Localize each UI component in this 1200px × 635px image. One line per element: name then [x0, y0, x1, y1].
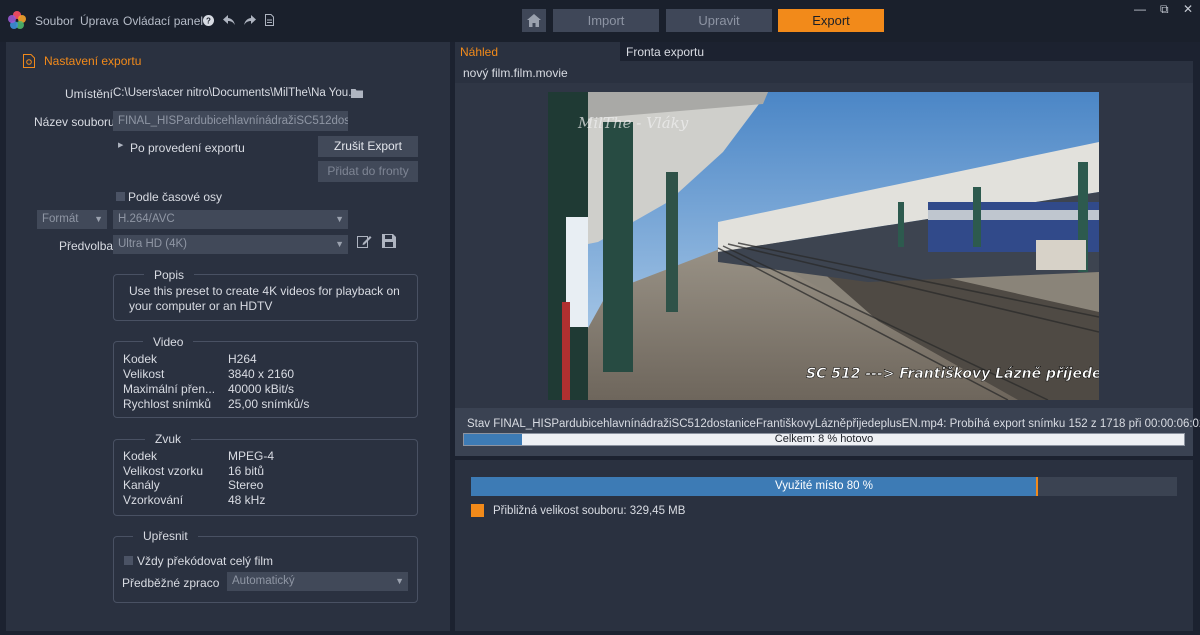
folder-icon[interactable]: [351, 88, 363, 98]
save-preset-icon[interactable]: [382, 234, 396, 248]
file-size-legend-text: Přibližná velikost souboru: 329,45 MB: [493, 505, 686, 517]
video-row-framerate: Rychlost snímků 25,00 snímků/s: [123, 397, 310, 411]
redo-icon[interactable]: [243, 15, 256, 26]
add-to-queue-button[interactable]: Přidat do fronty: [318, 161, 418, 182]
export-settings-panel: Nastavení exportu Umístění C:\Users\acer…: [6, 42, 450, 631]
preview-header: nový film.film.movie: [455, 61, 1193, 83]
cancel-export-button[interactable]: Zrušit Export: [318, 136, 418, 157]
restore-icon[interactable]: ⧉: [1160, 2, 1169, 17]
prerender-dropdown[interactable]: Automatický ▼: [227, 572, 408, 591]
file-size-legend-swatch: [471, 504, 484, 517]
preview-filename: nový film.film.movie: [463, 66, 568, 80]
after-export-label[interactable]: Po provedení exportu: [130, 141, 245, 155]
refine-group: [113, 536, 418, 603]
edit-preset-icon[interactable]: [357, 234, 372, 248]
preset-dropdown[interactable]: Ultra HD (4K) ▼: [113, 235, 348, 254]
audio-info-table: Kodek MPEG-4 Velikost vzorku 16 bitů Kanál…: [123, 449, 274, 507]
always-transcode-checkbox[interactable]: [124, 556, 133, 565]
chevron-down-icon: ▼: [94, 214, 103, 224]
video-frame-image: MilThe - Vláky SC 512 ---> Františkovy L…: [548, 92, 1099, 400]
close-icon[interactable]: ✕: [1183, 2, 1193, 16]
home-button[interactable]: [522, 9, 546, 32]
tab-import[interactable]: Import: [553, 9, 659, 32]
undo-icon[interactable]: [223, 15, 236, 26]
tab-preview[interactable]: Náhled: [455, 42, 620, 61]
export-progress-bar: Celkem: 8 % hotovo: [463, 433, 1185, 446]
tab-export[interactable]: Export: [778, 9, 884, 32]
menu-file[interactable]: Soubor: [35, 14, 74, 28]
audio-row-channels: Kanály Stereo: [123, 478, 264, 492]
storage-panel: Využité místo 80 % Přibližná velikost so…: [455, 460, 1193, 631]
menu-control-panel[interactable]: Ovládací panel: [123, 14, 203, 28]
always-transcode-label: Vždy překódovat celý film: [137, 554, 274, 568]
tab-export-queue-label: Fronta exportu: [626, 45, 705, 59]
document-icon[interactable]: [265, 14, 274, 26]
video-preview: MilThe - Vláky SC 512 ---> Františkovy L…: [548, 92, 1099, 400]
video-info-table: Kodek H264 Velikost 3840 x 2160 Maximální …: [123, 352, 309, 412]
export-settings-title: Nastavení exportu: [44, 54, 142, 68]
description-text: Use this preset to create 4K videos for …: [129, 284, 400, 313]
chevron-down-icon: ▼: [395, 576, 404, 586]
app-logo-icon[interactable]: [7, 10, 27, 30]
svg-text:?: ?: [206, 17, 211, 26]
chevron-down-icon: ▼: [335, 214, 344, 224]
video-row-bitrate: Maximální přen... 40000 kBit/s: [123, 382, 295, 396]
refine-title: Upřesnit: [133, 529, 198, 543]
codec-dropdown[interactable]: H.264/AVC ▼: [113, 210, 348, 229]
prerender-dropdown-value: Automatický: [232, 575, 295, 587]
export-progress-text: Celkem: 8 % hotovo: [774, 433, 874, 445]
menu-edit[interactable]: Úprava: [80, 14, 119, 28]
codec-dropdown-value: H.264/AVC: [118, 213, 175, 225]
caption-text: SC 512 ---> Františkovy Lázně příjede (+…: [806, 366, 1099, 382]
format-dropdown[interactable]: Formát ▼: [37, 210, 107, 229]
disk-usage-text: Využité místo 80 %: [774, 480, 873, 492]
location-value: C:\Users\acer nitro\Documents\MilThe\Na …: [113, 87, 358, 99]
description-title: Popis: [144, 268, 195, 282]
expand-arrow-icon[interactable]: ▶: [118, 141, 123, 149]
format-dropdown-label: Formát: [42, 213, 79, 225]
timeline-checkbox[interactable]: [116, 192, 125, 201]
watermark-text: MilThe - Vláky: [577, 114, 689, 132]
audio-title: Zvuk: [145, 432, 192, 446]
audio-row-sampling: Vzorkování 48 kHz: [123, 492, 266, 507]
top-bar: Soubor Úprava Ovládací panel ? Import Up…: [0, 0, 1200, 42]
audio-row-sample-size: Velikost vzorku 16 bitů: [123, 463, 265, 478]
tab-export-queue[interactable]: Fronta exportu: [620, 42, 1193, 61]
prerender-label: Předběžné zpraco: [122, 576, 220, 590]
tab-edit[interactable]: Upravit: [666, 9, 772, 32]
audio-row-codec: Kodek MPEG-4: [123, 449, 275, 463]
preview-tab-bar: Náhled Fronta exportu: [455, 42, 1193, 61]
filename-input[interactable]: FINAL_HISPardubicehlavnínádražiSC512dost…: [113, 111, 348, 131]
minimize-icon[interactable]: —: [1134, 2, 1146, 16]
home-icon: [527, 14, 541, 27]
export-settings-icon: [23, 54, 35, 68]
chevron-down-icon: ▼: [335, 239, 344, 249]
video-row-size: Velikost 3840 x 2160: [123, 367, 295, 381]
location-label: Umístění: [65, 87, 114, 101]
preset-label: Předvolba: [59, 239, 114, 253]
export-status-area: Stav FINAL_HISPardubicehlavnínádražiSC51…: [455, 408, 1200, 456]
timeline-checkbox-label: Podle časové osy: [128, 190, 223, 204]
tab-preview-label: Náhled: [460, 45, 499, 59]
disk-usage-bar: Využité místo 80 %: [471, 477, 1177, 496]
preset-dropdown-value: Ultra HD (4K): [118, 238, 188, 250]
video-row-codec: Kodek H264: [123, 352, 257, 366]
filename-label: Název souboru: [34, 115, 115, 129]
video-title: Video: [143, 335, 194, 349]
export-status-text: Stav FINAL_HISPardubicehlavnínádražiSC51…: [467, 418, 1200, 430]
help-icon[interactable]: ?: [203, 15, 214, 26]
